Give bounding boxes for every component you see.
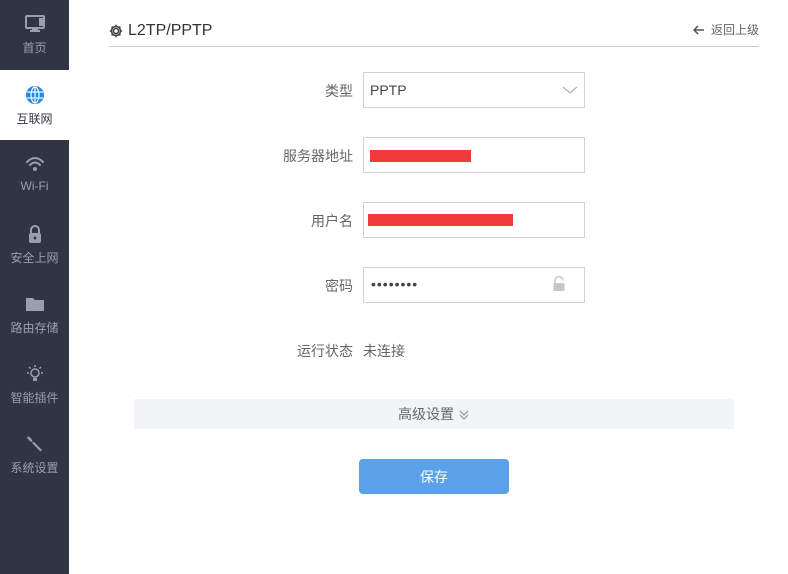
sidebar-item-home[interactable]: 首页 [0, 0, 69, 70]
password-mask: •••••••• [371, 276, 419, 292]
double-chevron-down-icon [458, 408, 470, 420]
globe-icon [24, 84, 46, 106]
type-select-value: PPTP [370, 82, 407, 98]
sidebar-item-settings[interactable]: 系统设置 [0, 420, 69, 490]
sidebar-item-label: 系统设置 [10, 461, 59, 475]
sidebar-item-storage[interactable]: 路由存储 [0, 280, 69, 350]
password-label: 密码 [325, 278, 353, 294]
sidebar-item-label: Wi-Fi [20, 179, 49, 193]
type-select[interactable]: PPTP [363, 72, 585, 108]
wrench-icon [24, 433, 46, 455]
chevron-down-icon [562, 83, 578, 97]
username-label: 用户名 [311, 213, 353, 229]
status-value: 未连接 [363, 343, 405, 359]
lightbulb-icon [24, 363, 46, 385]
sidebar: 首页 互联网 Wi-Fi 安全上网 路由存储 智能插件 系统设置 [0, 0, 69, 574]
folder-icon [24, 293, 46, 315]
password-input[interactable]: •••••••• [363, 267, 585, 303]
server-label: 服务器地址 [283, 148, 353, 164]
sidebar-item-label: 首页 [22, 41, 47, 55]
wifi-icon [24, 153, 46, 175]
redaction-mark [370, 150, 471, 162]
sidebar-item-wifi[interactable]: Wi-Fi [0, 140, 69, 210]
server-address-input[interactable] [363, 137, 585, 173]
lock-icon[interactable] [552, 275, 566, 292]
type-label: 类型 [325, 83, 353, 99]
sidebar-item-label: 路由存储 [10, 321, 59, 335]
sidebar-item-security[interactable]: 安全上网 [0, 210, 69, 280]
advanced-settings-toggle[interactable]: 高级设置 [134, 399, 734, 429]
back-button[interactable]: 返回上级 [692, 21, 759, 38]
page-header: L2TP/PPTP [109, 19, 212, 43]
back-label: 返回上级 [710, 23, 759, 37]
header-divider [109, 46, 759, 47]
redaction-mark [368, 214, 513, 226]
page-title: L2TP/PPTP [128, 22, 213, 39]
monitor-icon [24, 13, 46, 35]
sidebar-item-label: 安全上网 [10, 251, 59, 265]
arrow-left-icon [692, 24, 705, 36]
gear-icon [109, 24, 123, 38]
lock-icon [24, 223, 46, 245]
save-button[interactable]: 保存 [359, 459, 509, 494]
sidebar-item-label: 互联网 [16, 112, 53, 126]
sidebar-item-label: 智能插件 [10, 391, 59, 405]
username-input[interactable] [363, 202, 585, 238]
advanced-settings-label: 高级设置 [398, 406, 454, 422]
status-label: 运行状态 [297, 343, 353, 359]
sidebar-item-internet[interactable]: 互联网 [0, 70, 69, 140]
sidebar-item-plugins[interactable]: 智能插件 [0, 350, 69, 420]
